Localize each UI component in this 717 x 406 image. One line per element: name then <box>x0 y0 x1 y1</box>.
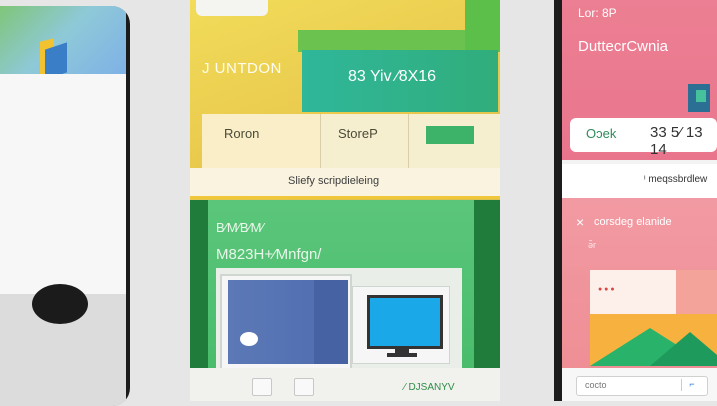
right-phone-frame: Lor: 8P DuttecrCwnia Oɔek 33 5⁄ 13 14 ᶦ … <box>554 0 717 401</box>
center-phone-screen: J UNTDON 83 Yiv ⁄8X16 Roron StoreP Slief… <box>190 0 500 401</box>
monitor-stand-base <box>387 353 417 357</box>
bottom-input-field[interactable]: cocto ⌐ <box>576 376 708 396</box>
left-list-item-2[interactable]: s80 <box>0 166 126 295</box>
search-bar-text: Sliefy scripdieleing <box>288 175 380 187</box>
tab-roron[interactable]: Roron <box>202 114 321 168</box>
panel-subtitle: ə̃r <box>588 240 597 250</box>
center-tab-bar: Roron StoreP <box>202 114 500 168</box>
right-summary-card[interactable]: Oɔek 33 5⁄ 13 14 <box>570 118 717 158</box>
center-search-bar[interactable]: Sliefy scripdieleing <box>190 168 500 199</box>
app-badge-accent <box>696 90 706 102</box>
color-dots-icon: ● ● ● <box>598 286 615 293</box>
center-green-corner <box>465 0 500 52</box>
panel-header-small: B⁄M⁄B⁄M⁄ <box>216 220 264 235</box>
monitor-icon <box>367 295 443 349</box>
summary-card-value: 33 5⁄ 13 14 <box>650 124 703 158</box>
center-gallery <box>216 268 462 370</box>
left-phone-camera-notch <box>32 284 88 324</box>
green-action-button[interactable] <box>426 126 474 144</box>
center-page-title: J UNTDON <box>202 60 282 77</box>
close-icon[interactable]: × <box>576 214 584 230</box>
action-bar-text: ᶦ meqssbrdlew <box>644 174 708 185</box>
square-icon[interactable] <box>294 378 314 396</box>
input-submit-icon[interactable]: ⌐ <box>681 379 702 391</box>
summary-card-label: Oɔek <box>586 126 617 141</box>
input-text: cocto <box>585 380 607 390</box>
bottom-action-label[interactable]: ⁄ DJSANYV <box>404 382 455 393</box>
tab-label: StoreP <box>338 126 378 141</box>
menu-icon[interactable] <box>252 378 272 396</box>
left-phone-frame: ı s80 <box>0 6 130 406</box>
left-phone-screen: ı s80 <box>0 6 126 406</box>
tab-label: Roron <box>224 126 260 141</box>
gallery-thumbnail-2[interactable] <box>352 286 450 364</box>
panel-illustration[interactable]: ● ● ● <box>590 270 717 366</box>
left-list-item-1[interactable]: ı <box>0 74 126 167</box>
tab-green[interactable] <box>408 114 500 168</box>
center-card-title: 83 Yiv ⁄8X16 <box>348 68 437 85</box>
status-time: Lor: 8P <box>578 6 617 20</box>
tab-storep[interactable]: StoreP <box>320 114 409 168</box>
gallery-thumbnail-1[interactable] <box>220 274 352 370</box>
right-action-bar[interactable]: ᶦ meqssbrdlew <box>562 164 717 199</box>
panel-header-large: M823H+⁄Mnfgn/ <box>216 246 322 263</box>
illustration-block <box>676 270 717 314</box>
thumbnail-image-side <box>314 280 348 364</box>
panel-title: corsdeg elanide <box>594 216 672 228</box>
right-page-title: DuttecrCwnia <box>578 38 669 55</box>
center-top-tab[interactable] <box>196 0 268 16</box>
cloud-icon <box>240 332 258 346</box>
illustration-mountain-2 <box>650 332 717 366</box>
